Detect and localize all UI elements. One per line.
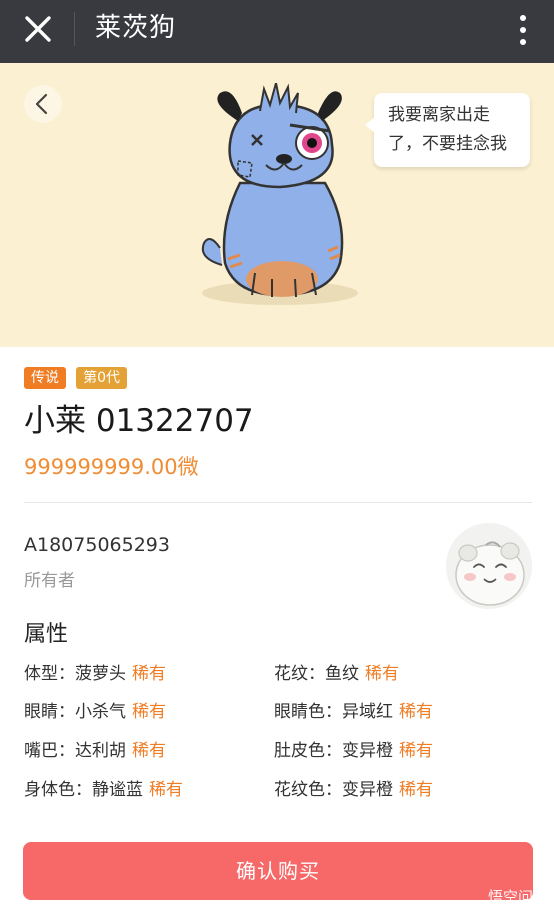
pet-hero-banner: 我要离家出走了，不要挂念我: [0, 63, 554, 347]
attribute-item: 眼睛色：异域红 稀有: [274, 699, 433, 725]
attribute-item: 眼睛：小杀气 稀有: [24, 699, 166, 725]
attribute-item: 花纹：鱼纹 稀有: [274, 661, 399, 687]
owner-avatar[interactable]: [446, 523, 532, 609]
attribute-label: 眼睛色：异域红: [274, 702, 393, 722]
attribute-item: 身体色：静谧蓝 稀有: [24, 777, 183, 803]
divider: [74, 12, 75, 46]
pet-badges: 传说 第0代: [24, 367, 132, 390]
rarity-tag: 稀有: [365, 664, 399, 684]
attribute-label: 肚皮色：变异橙: [274, 741, 393, 761]
hamster-avatar-icon: [446, 523, 532, 609]
app-bar: 莱茨狗: [0, 0, 554, 63]
pet-name: 小莱 01322707: [24, 403, 254, 439]
owner-label: 所有者: [24, 571, 75, 591]
attribute-item: 肚皮色：变异橙 稀有: [274, 738, 433, 764]
generation-badge: 第0代: [76, 367, 128, 389]
attribute-label: 身体色：静谧蓝: [24, 780, 143, 800]
attribute-item: 花纹色：变异橙 稀有: [274, 777, 433, 803]
attribute-item: 体型：菠萝头 稀有: [24, 661, 166, 687]
confirm-purchase-button[interactable]: 确认购买: [23, 842, 533, 900]
attribute-label: 体型：菠萝头: [24, 664, 126, 684]
more-vertical-icon[interactable]: [516, 10, 530, 50]
attribute-label: 眼睛：小杀气: [24, 702, 126, 722]
owner-id: A18075065293: [24, 534, 170, 556]
attributes-title: 属性: [24, 622, 69, 647]
rarity-tag: 稀有: [132, 741, 166, 761]
watermark: 悟空问答: [487, 888, 548, 906]
rarity-tag: 稀有: [399, 702, 433, 722]
close-icon[interactable]: [20, 11, 56, 47]
attribute-label: 嘴巴：达利胡: [24, 741, 126, 761]
divider: [24, 502, 532, 503]
rarity-tag: 稀有: [132, 702, 166, 722]
attribute-item: 嘴巴：达利胡 稀有: [24, 738, 166, 764]
rarity-tag: 稀有: [399, 741, 433, 761]
pet-price: 999999999.00微: [24, 455, 199, 479]
attribute-label: 花纹色：变异橙: [274, 780, 393, 800]
speech-bubble: 我要离家出走了，不要挂念我: [365, 93, 530, 167]
back-button[interactable]: [24, 85, 62, 123]
rarity-tag: 稀有: [399, 780, 433, 800]
chevron-left-icon: [35, 93, 48, 115]
rarity-tag: 稀有: [132, 664, 166, 684]
pet-dog-illustration: [201, 83, 358, 305]
app-title: 莱茨狗: [95, 13, 177, 43]
rarity-tag: 稀有: [149, 780, 183, 800]
attribute-label: 花纹：鱼纹: [274, 664, 359, 684]
rarity-badge: 传说: [24, 367, 66, 389]
